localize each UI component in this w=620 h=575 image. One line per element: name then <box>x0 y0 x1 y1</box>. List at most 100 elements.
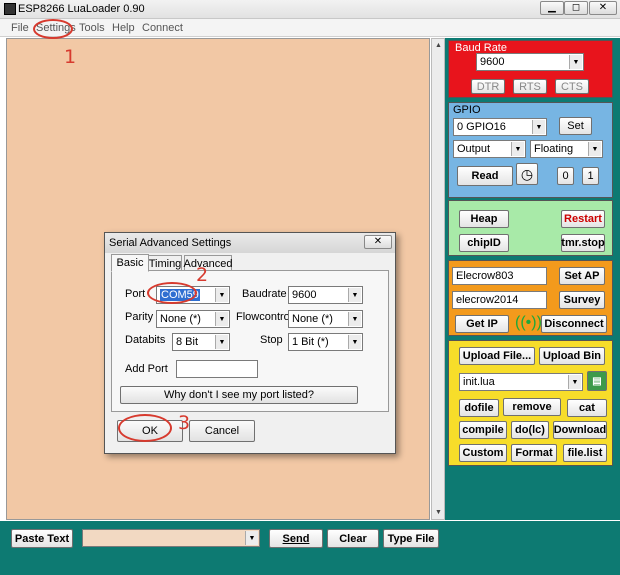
gpio-zero-button[interactable]: 0 <box>557 167 574 185</box>
menu-bar: File Settings Tools Help Connect <box>0 19 620 37</box>
annotation-number-1: 1 <box>64 46 77 68</box>
send-button[interactable]: Send <box>269 529 323 548</box>
custom-button[interactable]: Custom <box>459 444 507 462</box>
tab-basic[interactable]: Basic <box>111 254 149 272</box>
wifi-icon: ((•)) <box>515 314 542 331</box>
chevron-down-icon: ▼ <box>569 55 582 69</box>
annotation-circle-ok <box>118 414 172 442</box>
heap-panel: Heap Restart chipID tmr.stop <box>448 200 613 256</box>
chevron-down-icon: ▼ <box>245 531 258 545</box>
filelist-button[interactable]: file.list <box>563 444 607 462</box>
flowcontrol-label: Flowcontrol <box>236 311 293 323</box>
disconnect-button[interactable]: Disconnect <box>541 315 607 333</box>
cts-button[interactable]: CTS <box>555 79 589 94</box>
cat-button[interactable]: cat <box>567 399 607 417</box>
baud-select[interactable]: 9600 ▼ <box>476 53 584 71</box>
file-panel: Upload File... Upload Bin init.lua ▼ ▤ d… <box>448 340 613 466</box>
tmrstop-button[interactable]: tmr.stop <box>561 234 605 252</box>
chevron-down-icon: ▼ <box>511 142 524 156</box>
chevron-down-icon: ▼ <box>588 142 601 156</box>
databits-label: Databits <box>125 334 166 346</box>
menu-tools[interactable]: Tools <box>79 22 105 34</box>
annotation-number-2: 2 <box>196 264 209 286</box>
databits-select[interactable]: 8 Bit ▼ <box>172 333 230 351</box>
port-label: Port <box>125 288 146 300</box>
parity-select[interactable]: None (*) ▼ <box>156 310 230 328</box>
file-select[interactable]: init.lua ▼ <box>459 373 583 391</box>
ssid-input[interactable]: Elecrow803 <box>452 267 547 285</box>
scroll-up-icon[interactable]: ▲ <box>433 40 444 51</box>
chevron-down-icon: ▼ <box>568 375 581 389</box>
gpio-set-button[interactable]: Set <box>559 117 592 135</box>
scroll-down-icon[interactable]: ▼ <box>433 507 444 518</box>
clear-button[interactable]: Clear <box>327 529 379 548</box>
app-icon <box>4 3 16 15</box>
gpio-pull-select[interactable]: Floating ▼ <box>530 140 603 158</box>
parity-label: Parity <box>125 311 154 323</box>
upload-file-button[interactable]: Upload File... <box>459 347 535 365</box>
stop-value: 1 Bit (*) <box>292 336 329 348</box>
chevron-down-icon: ▼ <box>215 335 228 349</box>
control-pane: Baud Rate 9600 ▼ DTR RTS CTS GPIO 0 GPIO… <box>445 38 620 520</box>
cancel-button[interactable]: Cancel <box>189 420 255 442</box>
flowcontrol-select[interactable]: None (*) ▼ <box>288 310 363 328</box>
dolc-button[interactable]: do(lc) <box>511 421 549 439</box>
baud-panel: Baud Rate 9600 ▼ DTR RTS CTS <box>448 40 613 98</box>
title-bar: ESP8266 LuaLoader 0.90 ▁ ◻ ✕ <box>0 0 620 19</box>
gpio-read-button[interactable]: Read <box>457 166 513 186</box>
remove-button[interactable]: remove <box>503 398 561 416</box>
file-select-value: init.lua <box>463 376 495 388</box>
survey-button[interactable]: Survey <box>559 291 605 309</box>
close-button[interactable]: ✕ <box>589 1 617 15</box>
compile-button[interactable]: compile <box>459 421 507 439</box>
annotation-circle-settings <box>33 19 73 39</box>
paste-text-button[interactable]: Paste Text <box>11 529 73 548</box>
annotation-circle-port <box>147 282 197 304</box>
rts-button[interactable]: RTS <box>513 79 547 94</box>
gpio-panel: GPIO 0 GPIO16 ▼ Set Output ▼ Floating ▼ … <box>448 102 613 198</box>
gpio-one-button[interactable]: 1 <box>582 167 599 185</box>
upload-bin-button[interactable]: Upload Bin <box>539 347 605 365</box>
chevron-down-icon: ▼ <box>532 120 545 134</box>
why-port-button[interactable]: Why don't I see my port listed? <box>120 386 358 404</box>
gpio-pull-value: Floating <box>534 143 574 155</box>
format-button[interactable]: Format <box>511 444 557 462</box>
add-port-input[interactable] <box>176 360 258 378</box>
wifi-panel: Elecrow803 Set AP elecrow2014 Survey Get… <box>448 260 613 336</box>
parity-value: None (*) <box>160 313 201 325</box>
heap-button[interactable]: Heap <box>459 210 509 228</box>
restart-button[interactable]: Restart <box>561 210 605 228</box>
clock-icon[interactable]: ◷ <box>516 163 538 185</box>
password-input[interactable]: elecrow2014 <box>452 291 547 309</box>
window-title: ESP8266 LuaLoader 0.90 <box>18 3 145 15</box>
password-value: elecrow2014 <box>456 294 519 306</box>
editor-scrollbar[interactable]: ▲ ▼ <box>431 38 445 520</box>
gpio-pin-select[interactable]: 0 GPIO16 ▼ <box>453 118 547 136</box>
menu-connect[interactable]: Connect <box>142 22 183 34</box>
baud-value: 9600 <box>480 56 505 68</box>
flowcontrol-value: None (*) <box>292 313 333 325</box>
command-input[interactable]: ▼ <box>82 529 260 547</box>
maximize-button[interactable]: ◻ <box>564 1 588 15</box>
dialog-title: Serial Advanced Settings <box>109 237 232 249</box>
gpio-pin-value: 0 GPIO16 <box>457 121 506 133</box>
setap-button[interactable]: Set AP <box>559 267 605 285</box>
close-icon[interactable]: ✕ <box>364 235 392 249</box>
gpio-label: GPIO <box>453 104 481 116</box>
stop-select[interactable]: 1 Bit (*) ▼ <box>288 333 363 351</box>
menu-file[interactable]: File <box>11 22 29 34</box>
menu-help[interactable]: Help <box>112 22 135 34</box>
gpio-mode-value: Output <box>457 143 491 155</box>
dofile-button[interactable]: dofile <box>459 399 499 417</box>
getip-button[interactable]: Get IP <box>455 315 509 333</box>
baudrate-select[interactable]: 9600 ▼ <box>288 286 363 304</box>
download-button[interactable]: Download <box>553 421 607 439</box>
chevron-down-icon: ▼ <box>348 288 361 302</box>
databits-value: 8 Bit <box>176 336 199 348</box>
notebook-icon[interactable]: ▤ <box>587 371 607 391</box>
minimize-button[interactable]: ▁ <box>540 1 564 15</box>
dtr-button[interactable]: DTR <box>471 79 505 94</box>
type-file-button[interactable]: Type File <box>383 529 439 548</box>
chipid-button[interactable]: chipID <box>459 234 509 252</box>
gpio-mode-select[interactable]: Output ▼ <box>453 140 526 158</box>
